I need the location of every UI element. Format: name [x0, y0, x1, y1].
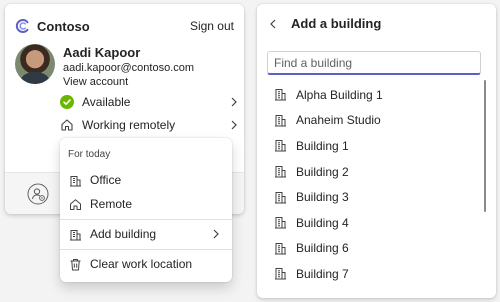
menu-item-label: Clear work location	[90, 257, 193, 271]
view-account-link[interactable]: View account	[63, 75, 194, 89]
profile-text: Aadi Kapoor aadi.kapoor@contoso.com View…	[63, 44, 194, 89]
chevron-right-icon	[213, 229, 219, 239]
set-status-message-icon[interactable]	[27, 183, 49, 205]
home-icon	[61, 119, 73, 131]
building-list-item[interactable]: Building 2	[267, 159, 477, 185]
menu-divider	[60, 219, 232, 220]
building-list-item[interactable]: Anaheim Studio	[267, 108, 477, 134]
available-check-icon	[60, 95, 74, 109]
user-profile: Aadi Kapoor aadi.kapoor@contoso.com View…	[15, 44, 194, 89]
chevron-right-icon	[231, 120, 237, 130]
chevron-left-icon[interactable]	[267, 18, 279, 30]
building-icon	[70, 229, 81, 240]
status-row[interactable]: Available	[60, 91, 240, 113]
status-label: Available	[82, 95, 131, 109]
building-icon	[275, 140, 286, 152]
contoso-logo-icon	[15, 19, 29, 33]
building-list-item[interactable]: Building 6	[267, 236, 477, 262]
menu-item-label: Add building	[90, 227, 157, 241]
avatar[interactable]	[15, 44, 55, 84]
trash-icon	[70, 258, 81, 270]
panel-header[interactable]: Add a building	[267, 16, 381, 31]
panel-title: Add a building	[291, 16, 382, 31]
home-icon	[70, 198, 81, 210]
building-list-item[interactable]: Building 7	[267, 261, 477, 287]
signout-link[interactable]: Sign out	[190, 19, 234, 33]
building-icon	[275, 217, 286, 229]
building-icon	[275, 166, 286, 178]
building-icon	[275, 89, 286, 101]
building-icon	[275, 191, 286, 204]
brand-name: Contoso	[37, 18, 90, 34]
menu-section-label: For today	[68, 149, 111, 160]
building-icon	[275, 242, 286, 255]
building-list-item[interactable]: Building 1	[267, 133, 477, 159]
building-name: Building 7	[296, 266, 349, 281]
menu-item-label: Remote	[90, 197, 133, 211]
building-list: Alpha Building 1 Anaheim Studio Building 1…	[267, 82, 477, 287]
work-location-row[interactable]: Working remotely	[60, 114, 240, 136]
menu-item-remote[interactable]: Remote	[60, 192, 232, 216]
work-location-label: Working remotely	[82, 118, 176, 132]
building-search-input[interactable]	[267, 51, 481, 75]
user-name: Aadi Kapoor	[63, 45, 141, 60]
card-header: Contoso Sign out	[15, 16, 234, 36]
building-name: Building 2	[296, 164, 349, 179]
building-name: Building 3	[296, 190, 349, 205]
building-name: Building 1	[296, 138, 349, 153]
menu-item-office[interactable]: Office	[60, 168, 232, 192]
work-location-menu: For today Office Remote Add building Cle…	[60, 138, 232, 282]
menu-divider	[60, 249, 232, 250]
building-icon	[275, 268, 286, 280]
menu-item-label: Office	[90, 173, 122, 187]
add-building-panel: Add a building Alpha Building 1 Anaheim S…	[257, 4, 496, 298]
building-name: Alpha Building 1	[296, 87, 383, 102]
building-name: Anaheim Studio	[296, 113, 381, 128]
menu-item-add-building[interactable]: Add building	[60, 222, 232, 246]
building-icon	[275, 114, 286, 127]
building-name: Building 6	[296, 241, 349, 256]
building-name: Building 4	[296, 215, 349, 230]
building-list-item[interactable]: Building 4	[267, 210, 477, 236]
menu-item-clear-location[interactable]: Clear work location	[60, 252, 232, 276]
scrollbar[interactable]	[484, 80, 486, 212]
user-email: aadi.kapoor@contoso.com	[63, 62, 195, 74]
building-list-item[interactable]: Alpha Building 1	[267, 82, 477, 108]
building-list-item[interactable]: Building 3	[267, 184, 477, 210]
building-icon	[70, 175, 81, 186]
chevron-right-icon	[231, 97, 237, 107]
